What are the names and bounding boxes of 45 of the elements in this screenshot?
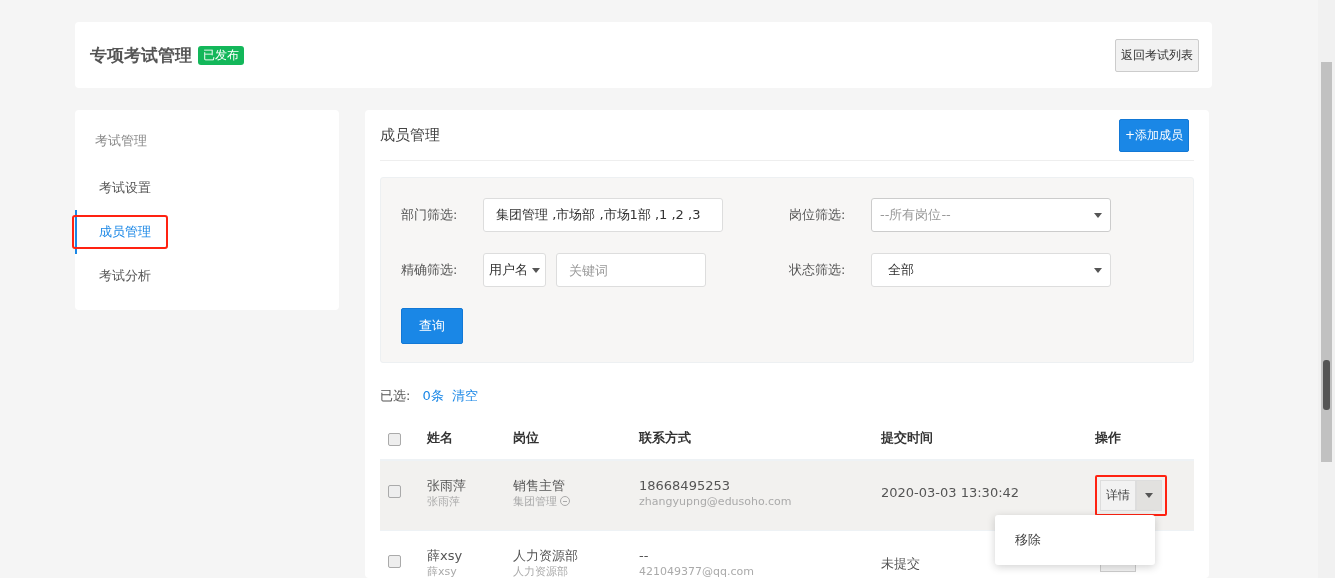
filter-label: 状态筛选:	[789, 261, 847, 279]
caret-icon	[1094, 267, 1102, 273]
sidebar-heading: 考试管理	[94, 132, 148, 150]
scrollbar[interactable]	[1318, 0, 1335, 578]
dropdown-toggle[interactable]	[1136, 480, 1162, 511]
panel-title: 成员管理	[380, 125, 440, 145]
grip-icon	[1323, 360, 1330, 410]
caret-icon	[1145, 493, 1153, 498]
selected-label: 已选:	[380, 387, 411, 405]
member-phone: --	[639, 548, 650, 565]
query-button[interactable]: 查询	[401, 308, 463, 344]
keyword-field[interactable]: 关键词	[556, 253, 706, 287]
member-name: 薛xsy	[427, 548, 464, 565]
member-department: 集团管理	[513, 494, 557, 509]
member-username: 张雨萍	[427, 494, 460, 509]
member-username: 薛xsy	[427, 564, 457, 578]
page-title: 专项考试管理	[90, 43, 192, 67]
member-department: 人力资源部	[513, 564, 568, 578]
sidebar-item[interactable]: 考试分析	[72, 259, 168, 293]
back-button[interactable]: 返回考试列表	[1115, 38, 1199, 72]
filter-label: 精确筛选:	[401, 261, 459, 279]
status-badge: 已发布	[198, 45, 244, 65]
clear-link[interactable]: 清空	[451, 387, 478, 405]
member-email: zhangyupng@edusoho.com	[639, 494, 792, 509]
sidebar-item[interactable]: 考试设置	[72, 171, 168, 205]
scrollbar-thumb[interactable]	[1321, 62, 1332, 462]
sidebar-item[interactable]: 成员管理	[72, 215, 168, 249]
member-email: 421049377@qq.com	[639, 564, 754, 578]
member-phone: 18668495253	[639, 478, 731, 495]
details-button[interactable]: 详情	[1100, 480, 1136, 511]
caret-icon	[532, 267, 540, 273]
member-name: 张雨萍	[427, 478, 467, 495]
filter-label: 部门筛选:	[401, 206, 459, 224]
select-all-checkbox[interactable]	[388, 432, 401, 446]
member-position: 销售主管	[513, 478, 566, 495]
add-member-button[interactable]: +添加成员	[1118, 118, 1189, 152]
status-select[interactable]: 全部	[871, 253, 1111, 287]
row-checkbox[interactable]	[388, 555, 401, 568]
department-field[interactable]: 集团管理 ,市场部 ,市场1部 ,1 ,2 ,3	[483, 198, 723, 232]
field-type-select[interactable]: 用户名	[483, 253, 546, 287]
filter-label: 岗位筛选:	[789, 206, 847, 224]
row-checkbox[interactable]	[388, 485, 401, 498]
caret-icon	[1094, 212, 1102, 218]
member-position: 人力资源部	[513, 548, 579, 565]
selected-count-link[interactable]: 0条	[422, 387, 444, 405]
